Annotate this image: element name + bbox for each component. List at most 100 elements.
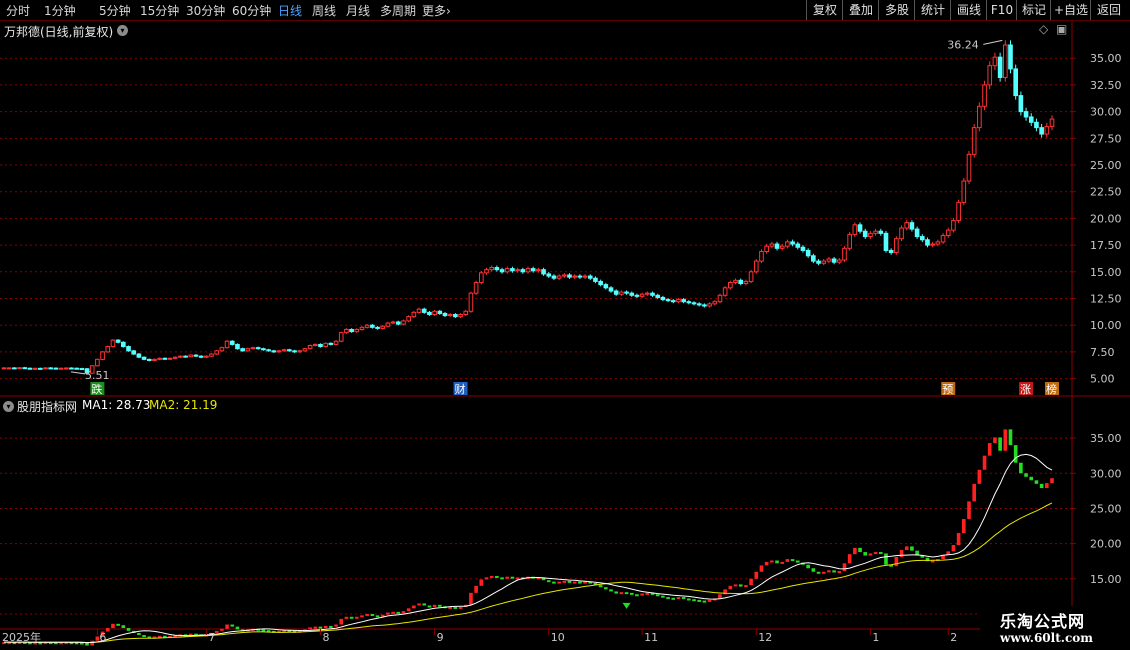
indicator-bar [458, 606, 463, 609]
indicator-bar [505, 576, 510, 579]
indicator-bar [697, 599, 702, 602]
candle-body [136, 353, 142, 358]
candle-body [665, 299, 671, 302]
min-price-label: 5.51 [85, 369, 110, 382]
period-weekly[interactable]: 周线 [312, 2, 336, 19]
candle-body [805, 249, 811, 257]
indicator-bar [417, 603, 421, 606]
indicator-bar [386, 612, 390, 615]
f10-button[interactable]: F10 [986, 0, 1017, 20]
candle-body [686, 301, 692, 304]
indicator-bar [821, 571, 826, 574]
candle-body [982, 84, 987, 107]
candle-body [738, 279, 744, 285]
indicator-bar [572, 581, 577, 584]
adjust-button[interactable]: 复权 [806, 0, 843, 20]
candle-body [722, 287, 728, 296]
indicator-tick-label: 20.00 [1090, 538, 1122, 551]
indicator-bar [360, 615, 364, 618]
multi-stock-button[interactable]: 多股 [878, 0, 915, 20]
candle-body [302, 348, 308, 352]
candle-body [489, 267, 494, 271]
candle-body [691, 302, 697, 305]
period-more[interactable]: 更多› [422, 2, 451, 19]
candle-body [69, 367, 74, 370]
candle-body [556, 275, 562, 279]
candle-body [608, 287, 614, 292]
candle-body [997, 56, 1003, 78]
candle-body [287, 349, 292, 352]
indicator-bar [1024, 473, 1028, 477]
candle-body [868, 232, 873, 238]
indicator-bar [495, 575, 499, 578]
chevron-down-icon[interactable]: ▾ [117, 25, 128, 36]
time-axis-label: 1 [872, 631, 879, 644]
candle-body [224, 340, 230, 349]
candle-body [214, 350, 220, 355]
indicator-name: 股朋指标网 [17, 400, 78, 414]
indicator-bar [832, 570, 836, 573]
period-30min[interactable]: 30分钟 [186, 2, 225, 19]
indicator-bar [552, 581, 556, 584]
candle-body [261, 348, 266, 351]
candle-body [707, 303, 712, 307]
indicator-bar [474, 585, 478, 593]
time-axis-label: 2 [950, 631, 957, 644]
indicator-bar [329, 625, 333, 628]
period-15min[interactable]: 15分钟 [140, 2, 179, 19]
indicator-bar [733, 584, 738, 587]
event-badge-label: 跌 [91, 382, 102, 396]
candle-body [696, 303, 702, 306]
candle-body [582, 275, 588, 278]
candle-body [504, 268, 510, 273]
period-5min[interactable]: 5分钟 [99, 2, 131, 19]
candle-body [478, 272, 484, 283]
period-60min[interactable]: 60分钟 [232, 2, 271, 19]
add-watchlist-button[interactable]: +自选 [1050, 0, 1091, 20]
indicator-tick-label: 15.00 [1090, 573, 1122, 586]
candle-body [546, 273, 552, 277]
indicator-bar [676, 597, 681, 600]
period-intraday[interactable]: 分时 [6, 2, 30, 19]
stats-button[interactable]: 统计 [914, 0, 951, 20]
draw-line-button[interactable]: 画线 [950, 0, 987, 20]
candle-body [717, 294, 723, 303]
price-chart[interactable]: 35.0032.5030.0027.5025.0022.5020.0017.50… [0, 21, 1130, 650]
candle-body [1044, 126, 1050, 135]
candle-body [774, 243, 780, 249]
candle-body [577, 275, 583, 278]
period-multi[interactable]: 多周期 [380, 2, 416, 19]
candle-body [204, 355, 209, 358]
back-button[interactable]: 返回 [1090, 0, 1127, 20]
down-arrow-icon [622, 602, 631, 609]
candle-body [681, 299, 686, 303]
overlay-button[interactable]: 叠加 [842, 0, 879, 20]
indicator-bar [744, 585, 748, 588]
period-1min[interactable]: 1分钟 [44, 2, 76, 19]
indicator-bar [681, 597, 686, 600]
candle-body [857, 224, 863, 232]
candle-body [800, 246, 806, 251]
indicator-bar [718, 594, 722, 599]
candle-body [769, 243, 775, 247]
candle-body [307, 344, 313, 350]
candle-body [515, 269, 520, 272]
period-monthly[interactable]: 月线 [346, 2, 370, 19]
time-axis-label: 6 [99, 631, 106, 644]
candle-body [370, 324, 375, 328]
indicator-bar [1029, 476, 1034, 481]
candle-body [115, 339, 121, 343]
diamond-icon[interactable]: ◇ [1039, 22, 1048, 36]
candle-body [235, 343, 240, 350]
candle-body [442, 312, 448, 317]
candle-body [961, 180, 967, 203]
candle-body [395, 321, 401, 325]
candle-body [473, 281, 479, 294]
indicator-bar [899, 549, 904, 557]
period-daily[interactable]: 日线 [278, 2, 302, 19]
panel-toggle-icon[interactable]: ▣ [1056, 22, 1067, 36]
candle-body [126, 346, 131, 352]
indicator-chevron-down-icon[interactable]: ▾ [3, 401, 14, 412]
candle-body [670, 300, 676, 303]
mark-button[interactable]: 标记 [1016, 0, 1051, 20]
